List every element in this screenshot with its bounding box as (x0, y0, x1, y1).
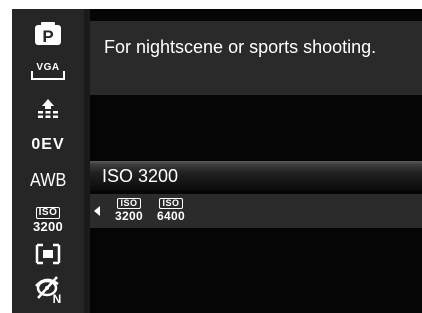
white-balance-icon: AWB (29, 169, 67, 190)
resolution-vga-icon: VGA (31, 62, 65, 80)
sidebar-item-mode[interactable]: P (12, 21, 84, 51)
selected-value-bar: ISO 3200 (90, 161, 422, 191)
sidebar-item-metering[interactable] (12, 241, 84, 271)
option-iso-value: 6400 (157, 209, 185, 223)
options-bar: ISO 3200 ISO 6400 (90, 194, 422, 228)
sidebar-item-exposure[interactable]: 0EV (12, 132, 84, 158)
option-iso-6400[interactable]: ISO 6400 (152, 198, 190, 226)
iso-icon-value: 3200 (32, 218, 64, 234)
exposure-value-icon: 0EV (31, 136, 65, 153)
description-text: For nightscene or sports shooting. (104, 37, 377, 57)
settings-sidebar: P VGA 0EV AWB ISO 3200 N (12, 9, 84, 313)
color-mode-label: N (53, 292, 62, 304)
color-mode-icon: N (33, 274, 63, 309)
description-panel: For nightscene or sports shooting. (90, 21, 422, 95)
option-iso-label: ISO (159, 198, 183, 209)
sidebar-item-resolution[interactable]: VGA (12, 54, 84, 88)
scroll-left-arrow-icon[interactable] (94, 206, 100, 216)
option-iso-value: 3200 (115, 209, 143, 223)
metering-icon (35, 243, 61, 270)
sidebar-item-white-balance[interactable]: AWB (12, 166, 84, 194)
iso-setting-icon: ISO 3200 (32, 206, 64, 234)
camera-screen: P VGA 0EV AWB ISO 3200 N For nightscene … (12, 9, 422, 313)
program-mode-icon: P (34, 21, 62, 51)
option-iso-3200[interactable]: ISO 3200 (110, 198, 148, 226)
sidebar-item-color-mode[interactable]: N (12, 274, 84, 308)
iso-icon-label: ISO (35, 206, 61, 219)
sidebar-item-iso[interactable]: ISO 3200 (12, 202, 84, 238)
option-iso-label: ISO (117, 198, 141, 209)
quality-icon (35, 97, 61, 124)
sidebar-item-quality[interactable] (12, 95, 84, 125)
svg-text:P: P (42, 27, 53, 46)
selected-value-label: ISO 3200 (102, 166, 179, 186)
resolution-bracket (31, 70, 65, 80)
